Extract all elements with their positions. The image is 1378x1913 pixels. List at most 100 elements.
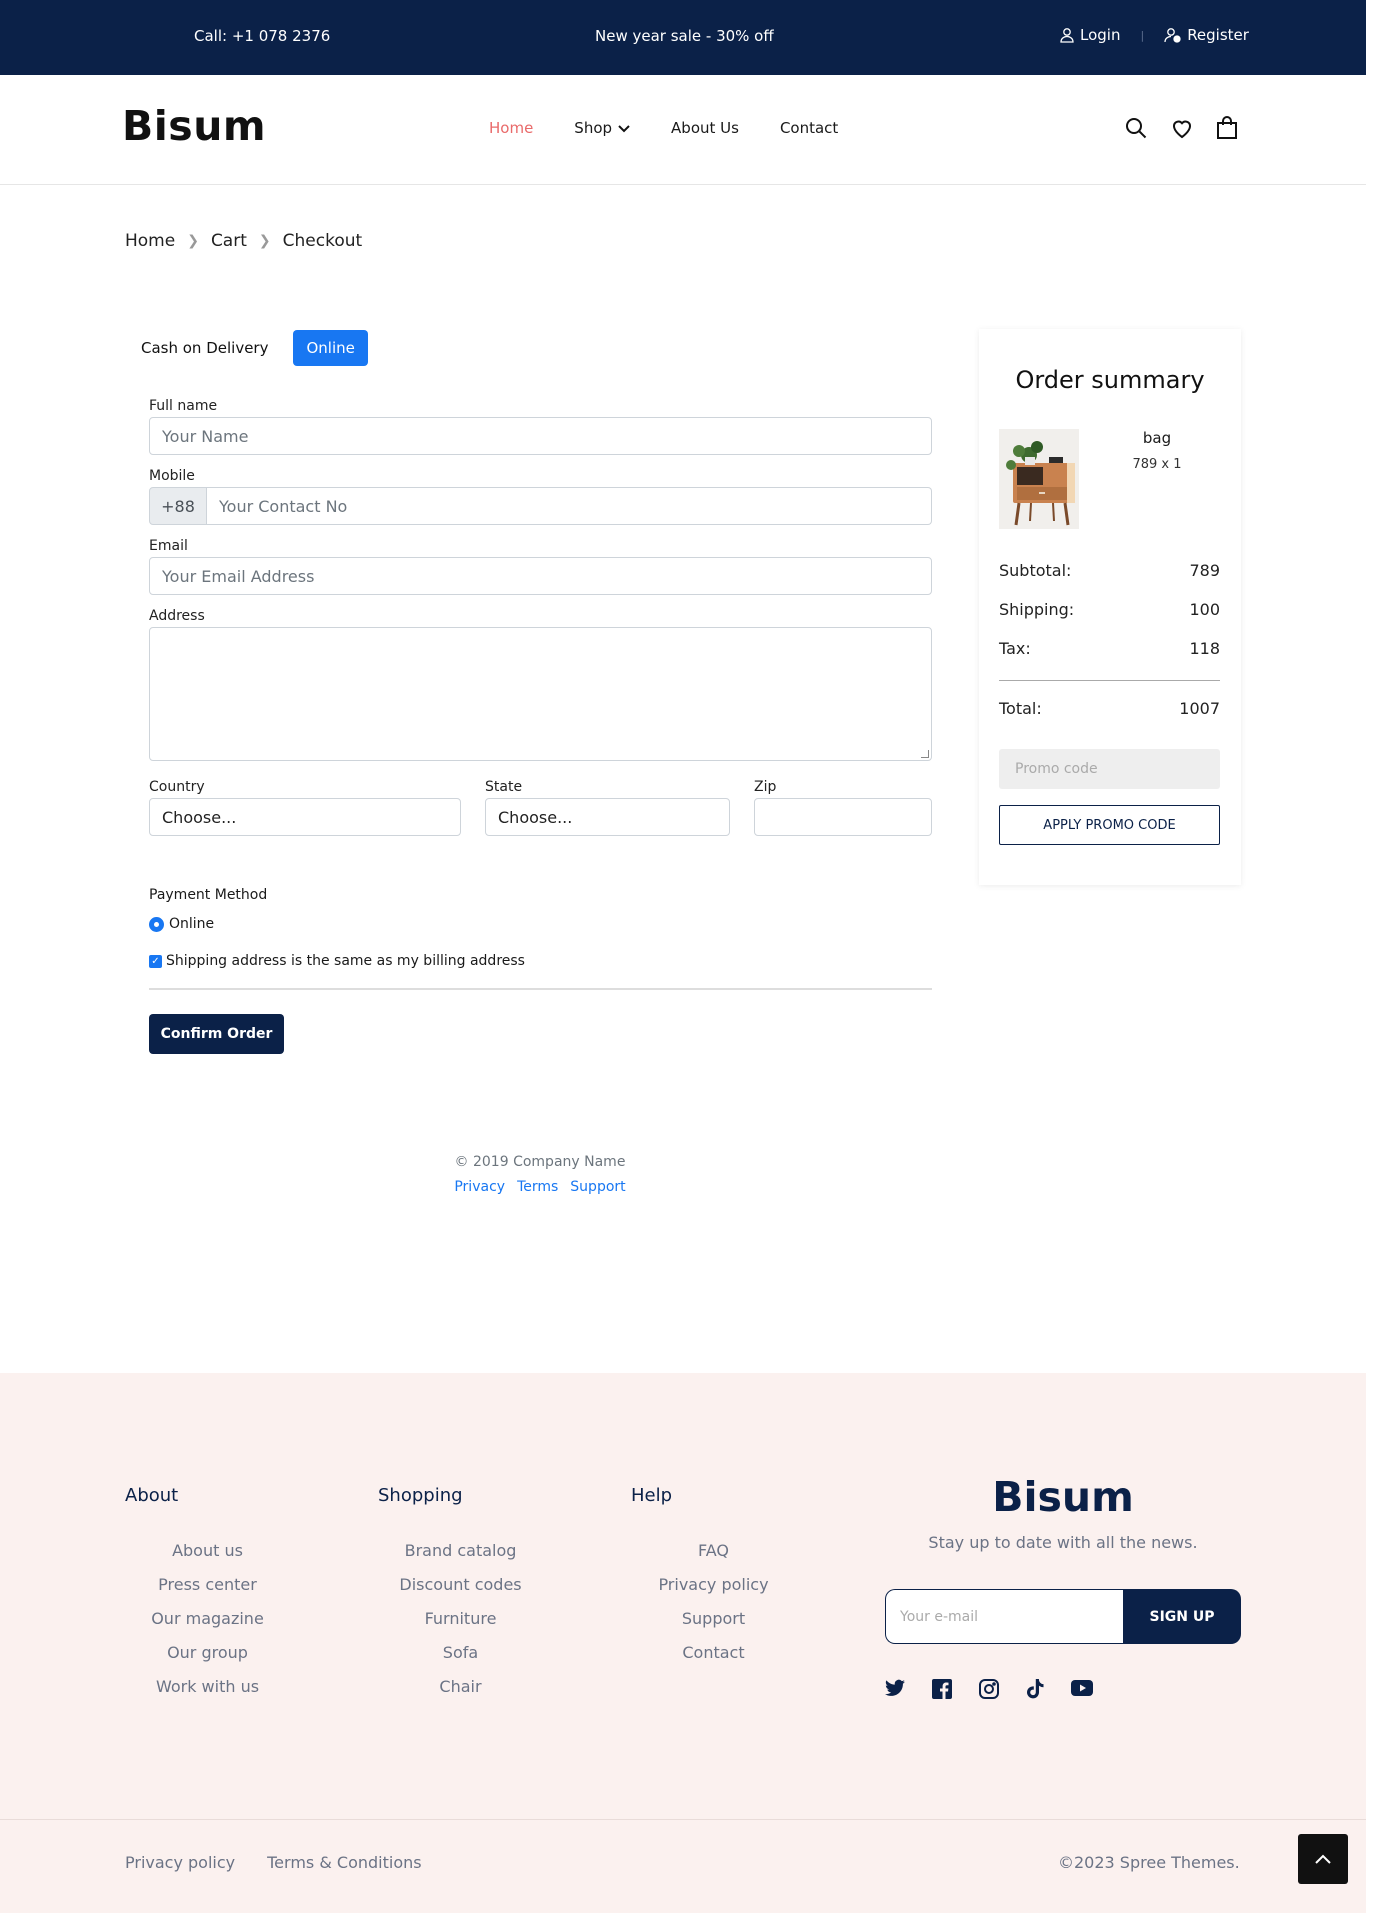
breadcrumb-cart[interactable]: Cart xyxy=(211,231,247,251)
zip-input[interactable] xyxy=(754,798,932,836)
newsletter-email-input[interactable]: Your e-mail xyxy=(885,1589,1123,1644)
tab-cash-on-delivery[interactable]: Cash on Delivery xyxy=(128,330,281,366)
form-divider xyxy=(149,988,932,990)
user-icon xyxy=(1059,27,1075,43)
login-link[interactable]: Login xyxy=(1059,26,1120,44)
confirm-order-button[interactable]: Confirm Order xyxy=(149,1014,284,1054)
footer-divider xyxy=(0,1819,1366,1820)
same-address-label: Shipping address is the same as my billi… xyxy=(166,953,525,969)
footer-link[interactable]: Privacy policy xyxy=(631,1568,796,1602)
footer-about-title: About xyxy=(125,1485,179,1506)
auth-links: Login | Register xyxy=(1059,26,1249,44)
email-label: Email xyxy=(149,538,188,554)
footer-link[interactable]: Sofa xyxy=(378,1636,543,1670)
login-label: Login xyxy=(1080,26,1121,44)
privacy-policy-link[interactable]: Privacy policy xyxy=(125,1853,235,1872)
sale-banner-text: New year sale - 30% off xyxy=(595,27,774,45)
breadcrumb-home[interactable]: Home xyxy=(125,231,175,251)
register-link[interactable]: Register xyxy=(1164,26,1249,44)
total-value: 1007 xyxy=(1179,699,1220,718)
footer-link[interactable]: Press center xyxy=(125,1568,290,1602)
footer-about-column: About About us Press center Our magazine… xyxy=(125,1485,290,1704)
same-address-checkbox[interactable]: ✓ xyxy=(149,954,162,968)
footer-link[interactable]: Support xyxy=(631,1602,796,1636)
footer-link[interactable]: About us xyxy=(125,1534,290,1568)
promo-code-input[interactable]: Promo code xyxy=(999,749,1220,789)
site-logo[interactable]: Bisum xyxy=(122,102,266,150)
twitter-icon[interactable] xyxy=(885,1679,905,1703)
subtotal-value: 789 xyxy=(1189,561,1220,580)
footer-link[interactable]: Our magazine xyxy=(125,1602,290,1636)
resize-grip-icon[interactable] xyxy=(921,750,929,758)
footer-link[interactable]: Work with us xyxy=(125,1670,290,1704)
tax-row: Tax: 118 xyxy=(999,639,1220,658)
youtube-icon[interactable] xyxy=(1071,1679,1093,1703)
state-label: State xyxy=(485,779,523,795)
footer-link[interactable]: Furniture xyxy=(378,1602,543,1636)
online-radio[interactable] xyxy=(149,916,164,932)
country-code-prefix: +88 xyxy=(149,487,207,525)
footer-logo[interactable]: Bisum xyxy=(885,1473,1241,1521)
terms-conditions-link[interactable]: Terms & Conditions xyxy=(267,1853,421,1872)
apply-promo-button[interactable]: APPLY PROMO CODE xyxy=(999,805,1220,845)
summary-divider xyxy=(999,680,1220,681)
full-name-input[interactable]: Your Name xyxy=(149,417,932,455)
footer-link[interactable]: Chair xyxy=(378,1670,543,1704)
site-header: Bisum Home Shop About Us Contact xyxy=(0,75,1366,185)
tab-online[interactable]: Online xyxy=(293,330,368,366)
nav-home[interactable]: Home xyxy=(489,119,533,137)
back-to-top-button[interactable] xyxy=(1298,1834,1348,1884)
state-group: State Choose... xyxy=(485,779,730,836)
nav-contact[interactable]: Contact xyxy=(780,119,838,137)
main-nav: Home Shop About Us Contact xyxy=(489,119,838,137)
footer-link[interactable]: Contact xyxy=(631,1636,796,1670)
footer-shopping-title: Shopping xyxy=(378,1485,463,1506)
form-footer-privacy-link[interactable]: Privacy xyxy=(454,1175,505,1200)
legal-links: Privacy policy Terms & Conditions xyxy=(125,1853,422,1872)
product-quantity: 789 x 1 xyxy=(1132,457,1182,472)
email-group: Email Your Email Address xyxy=(149,538,932,595)
full-name-label: Full name xyxy=(149,398,218,414)
address-label: Address xyxy=(149,608,205,624)
zip-group: Zip xyxy=(754,779,932,836)
facebook-icon[interactable] xyxy=(932,1679,952,1703)
mobile-group: Mobile +88 Your Contact No xyxy=(149,468,932,525)
signup-button[interactable]: SIGN UP xyxy=(1123,1589,1241,1644)
form-footer-copyright: © 2019 Company Name xyxy=(454,1154,626,1170)
form-footer-support-link[interactable]: Support xyxy=(570,1175,625,1200)
same-address-option[interactable]: ✓ Shipping address is the same as my bil… xyxy=(149,953,525,969)
auth-separator: | xyxy=(1140,28,1145,42)
bag-icon[interactable] xyxy=(1216,116,1238,144)
full-name-group: Full name Your Name xyxy=(149,398,932,455)
header-actions xyxy=(1124,116,1238,144)
payment-online-option[interactable]: Online xyxy=(149,916,214,932)
search-icon[interactable] xyxy=(1124,116,1148,144)
form-footer-terms-link[interactable]: Terms xyxy=(517,1175,558,1200)
heart-icon[interactable] xyxy=(1170,116,1194,144)
subtotal-row: Subtotal: 789 xyxy=(999,561,1220,580)
footer-brand: Bisum Stay up to date with all the news. xyxy=(885,1473,1241,1552)
address-textarea[interactable] xyxy=(149,627,932,761)
footer-help-column: Help FAQ Privacy policy Support Contact xyxy=(631,1485,796,1670)
breadcrumb-checkout: Checkout xyxy=(282,231,363,251)
chevron-up-icon xyxy=(1315,1852,1331,1867)
tax-value: 118 xyxy=(1189,639,1220,658)
footer-link[interactable]: Brand catalog xyxy=(378,1534,543,1568)
footer-link[interactable]: FAQ xyxy=(631,1534,796,1568)
checkout-form: Full name Your Name Mobile +88 Your Cont… xyxy=(149,398,932,836)
nav-shop[interactable]: Shop xyxy=(574,119,630,137)
email-input[interactable]: Your Email Address xyxy=(149,557,932,595)
country-select[interactable]: Choose... xyxy=(149,798,461,836)
form-footer: © 2019 Company Name Privacy Terms Suppor… xyxy=(449,1150,631,1200)
tiktok-icon[interactable] xyxy=(1026,1679,1044,1703)
order-summary: Order summary bag 789 x 1 Subtotal: 789 … xyxy=(979,329,1241,885)
state-select[interactable]: Choose... xyxy=(485,798,730,836)
site-footer: About About us Press center Our magazine… xyxy=(0,1373,1366,1913)
newsletter-form: Your e-mail SIGN UP xyxy=(885,1589,1241,1644)
nav-about[interactable]: About Us xyxy=(671,119,739,137)
instagram-icon[interactable] xyxy=(979,1679,999,1703)
footer-link[interactable]: Our group xyxy=(125,1636,290,1670)
nav-shop-label: Shop xyxy=(574,119,613,137)
mobile-input[interactable]: Your Contact No xyxy=(207,487,932,525)
footer-link[interactable]: Discount codes xyxy=(378,1568,543,1602)
